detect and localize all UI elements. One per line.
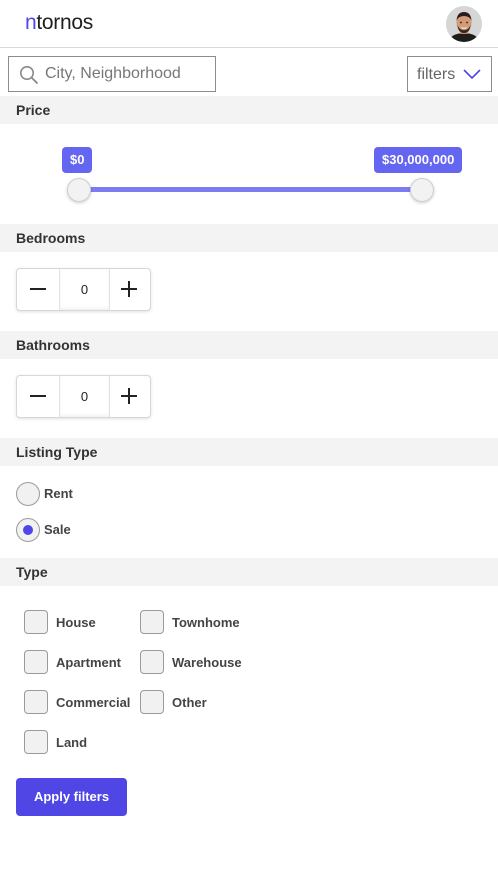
apartment-checkbox[interactable] [24, 650, 48, 674]
bathrooms-stepper: 0 [16, 375, 151, 418]
bathrooms-increment-button[interactable] [108, 376, 150, 417]
filters-button[interactable]: filters [407, 56, 492, 92]
price-heading: Price [0, 96, 498, 124]
bathrooms-value[interactable]: 0 [59, 376, 110, 417]
bedrooms-decrement-button[interactable] [17, 269, 59, 310]
bathrooms-heading: Bathrooms [0, 331, 498, 359]
land-label: Land [56, 735, 88, 750]
rent-radio[interactable] [16, 482, 40, 506]
sale-label: Sale [44, 522, 71, 537]
minus-icon [30, 288, 46, 290]
price-slider-track[interactable] [79, 187, 422, 192]
townhome-checkbox[interactable] [140, 610, 164, 634]
price-max-label: $30,000,000 [374, 147, 463, 173]
rent-label: Rent [44, 486, 73, 501]
app-header: ntornos [0, 0, 498, 48]
type-heading: Type [0, 558, 498, 586]
apartment-label: Apartment [56, 655, 122, 670]
listing-type-heading: Listing Type [0, 438, 498, 466]
apply-filters-button[interactable]: Apply filters [16, 778, 127, 816]
logo-accent: n [25, 11, 37, 34]
house-label: House [56, 615, 96, 630]
house-checkbox[interactable] [24, 610, 48, 634]
sale-radio[interactable] [16, 518, 40, 542]
land-checkbox[interactable] [24, 730, 48, 754]
search-input[interactable] [45, 57, 213, 91]
warehouse-label: Warehouse [172, 655, 242, 670]
filters-label: filters [417, 66, 456, 83]
bedrooms-heading: Bedrooms [0, 224, 498, 252]
price-max-handle[interactable] [410, 178, 434, 202]
avatar[interactable] [446, 6, 482, 42]
minus-icon [30, 395, 46, 397]
price-min-label: $0 [62, 147, 93, 173]
price-min-handle[interactable] [67, 178, 91, 202]
other-checkbox[interactable] [140, 690, 164, 714]
warehouse-checkbox[interactable] [140, 650, 164, 674]
townhome-label: Townhome [172, 615, 240, 630]
logo-text: tornos [36, 11, 93, 34]
search-icon [20, 66, 38, 84]
bathrooms-decrement-button[interactable] [17, 376, 59, 417]
logo[interactable]: ntornos [25, 11, 93, 35]
user-avatar-icon [446, 6, 482, 42]
bedrooms-stepper: 0 [16, 268, 151, 311]
commercial-checkbox[interactable] [24, 690, 48, 714]
bedrooms-value[interactable]: 0 [59, 269, 110, 310]
bedrooms-increment-button[interactable] [108, 269, 150, 310]
chevron-down-icon [463, 69, 481, 80]
search-box [8, 56, 216, 92]
commercial-label: Commercial [56, 695, 131, 710]
other-label: Other [172, 695, 207, 710]
